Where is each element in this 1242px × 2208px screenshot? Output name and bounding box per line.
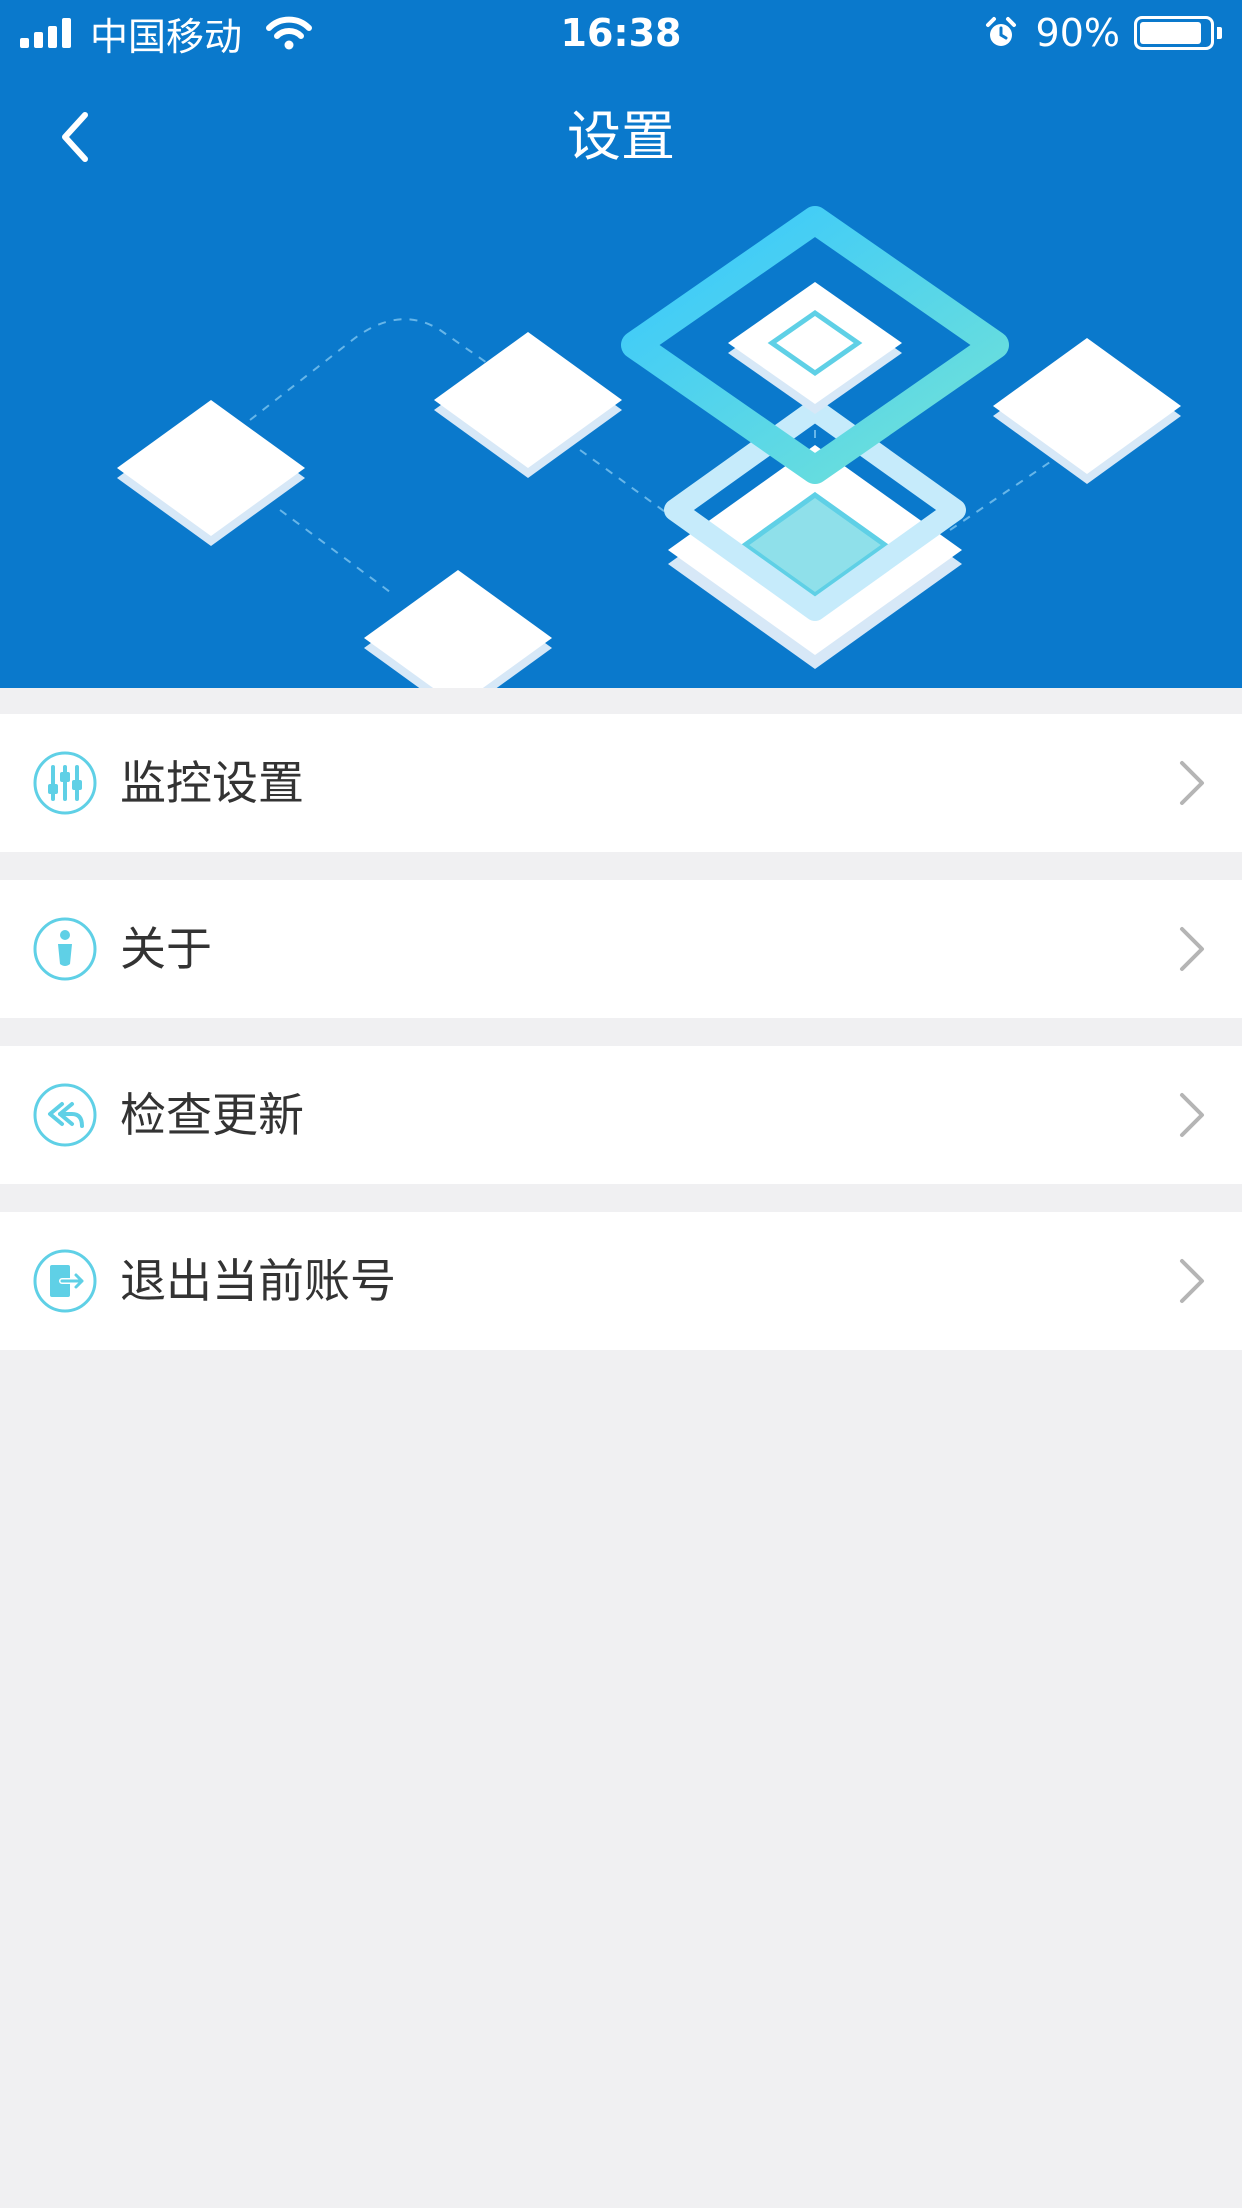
navbar: 设置: [0, 66, 1242, 212]
menu-label-logout: 退出当前账号: [120, 1254, 396, 1308]
settings-menu: 监控设置 关于 检查更新 退出当前账号: [0, 714, 1242, 1378]
battery-tip: [1217, 27, 1222, 39]
status-bar: 中国移动 16:38 90%: [0, 0, 1242, 66]
header-banner: 中国移动 16:38 90% 设置: [0, 0, 1242, 688]
battery-icon: [1134, 16, 1214, 50]
tile-bottom-left: [364, 570, 552, 688]
sliders-icon: [33, 751, 97, 815]
network-illustration: [117, 206, 1181, 688]
chevron-right-icon: [1180, 927, 1204, 971]
menu-item-check-update[interactable]: 检查更新: [0, 1046, 1242, 1184]
logout-door-icon: [33, 1249, 97, 1313]
menu-label-about: 关于: [120, 922, 212, 976]
chevron-right-icon: [1180, 761, 1204, 805]
tile-right: [993, 338, 1181, 484]
reply-all-icon: [33, 1083, 97, 1147]
chevron-right-icon: [1180, 1093, 1204, 1137]
chevron-right-icon: [1180, 1259, 1204, 1303]
tile-left: [117, 400, 305, 546]
menu-item-monitor-settings[interactable]: 监控设置: [0, 714, 1242, 852]
menu-label-check-update: 检查更新: [120, 1088, 304, 1142]
tile-top-center: [434, 332, 622, 478]
alarm-icon: [985, 17, 1016, 46]
battery-percent: 90%: [1035, 11, 1120, 55]
menu-item-logout[interactable]: 退出当前账号: [0, 1212, 1242, 1350]
info-person-icon: [33, 917, 97, 981]
tile-center-stack: [664, 399, 966, 669]
battery-level-fill: [1140, 22, 1202, 44]
menu-item-about[interactable]: 关于: [0, 880, 1242, 1018]
page-title: 设置: [567, 105, 675, 168]
menu-label-monitor-settings: 监控设置: [120, 756, 304, 810]
